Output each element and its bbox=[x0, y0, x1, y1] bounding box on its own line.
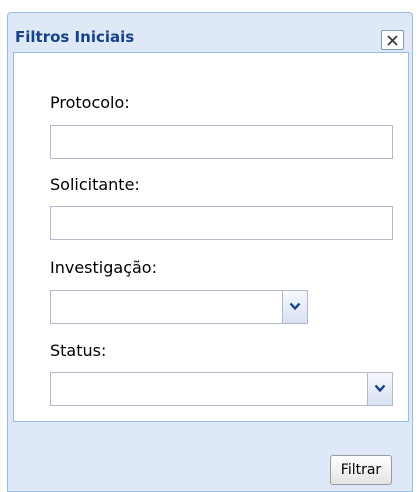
investigacao-dropdown-trigger[interactable] bbox=[282, 291, 307, 323]
protocolo-label: Protocolo: bbox=[50, 93, 130, 112]
solicitante-label: Solicitante: bbox=[50, 175, 140, 194]
status-dropdown-trigger[interactable] bbox=[367, 373, 392, 405]
protocolo-input[interactable] bbox=[50, 125, 393, 159]
solicitante-input[interactable] bbox=[50, 206, 393, 240]
close-icon bbox=[387, 35, 398, 46]
window-title: Filtros Iniciais bbox=[15, 28, 135, 46]
filter-form: Protocolo: Solicitante: Investigação: St… bbox=[13, 52, 409, 422]
filter-window: Filtros Iniciais Protocolo: Solicitante:… bbox=[7, 12, 413, 492]
investigacao-label: Investigação: bbox=[50, 258, 157, 277]
status-label: Status: bbox=[50, 341, 107, 360]
filter-button[interactable]: Filtrar bbox=[330, 455, 392, 485]
close-button[interactable] bbox=[381, 30, 404, 50]
chevron-down-icon bbox=[374, 384, 386, 393]
window-titlebar: Filtros Iniciais bbox=[8, 13, 412, 50]
investigacao-select[interactable] bbox=[50, 290, 308, 324]
status-select[interactable] bbox=[50, 372, 393, 406]
chevron-down-icon bbox=[289, 302, 301, 311]
